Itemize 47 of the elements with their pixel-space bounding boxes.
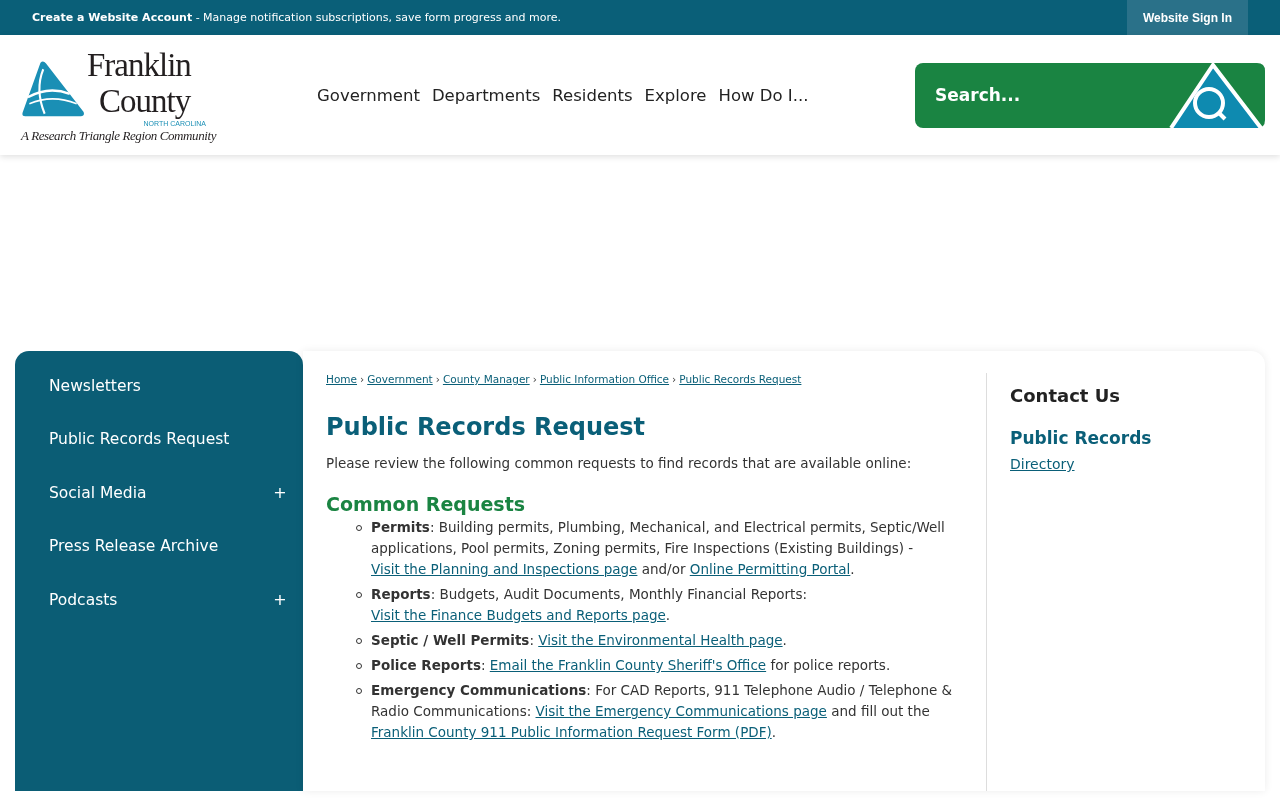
expand-toggle[interactable]: + — [273, 483, 287, 503]
logo-tagline: A Research Triangle Region Community — [21, 127, 218, 144]
breadcrumb-separator: › — [360, 373, 365, 385]
request-link[interactable]: Email the Franklin County Sheriff's Office — [489, 657, 767, 673]
nav-link[interactable]: Departments — [426, 85, 546, 105]
nav-link[interactable]: Residents — [547, 85, 638, 105]
request-link[interactable]: Online Permitting Portal — [689, 561, 851, 577]
request-item: Police Reports: Email the Franklin County Sheriff's Office for police reports. — [371, 655, 963, 676]
directory-link[interactable]: Directory — [1010, 456, 1075, 472]
breadcrumb-separator: › — [532, 373, 537, 385]
request-item: Emergency Communications: For CAD Reports, 911 Telephone Audio / Telephone & Radio Communications: Visit the Emergency Communications page and fill out the Franklin County 911 Public Information Request Form (PDF). — [371, 680, 963, 743]
breadcrumb-link[interactable]: Home — [326, 373, 357, 385]
sign-in-button[interactable]: Website Sign In — [1126, 0, 1248, 35]
sidebar-item[interactable]: Public Records Request — [15, 412, 303, 466]
logo-text: Franklin — [87, 46, 193, 83]
sidebar-item[interactable]: Podcasts + — [15, 573, 303, 627]
request-link[interactable]: Visit the Emergency Communications page — [535, 703, 827, 719]
breadcrumb-separator: › — [672, 373, 677, 385]
breadcrumb-link[interactable]: County Manager — [442, 373, 530, 385]
account-banner-text[interactable]: Create a Website Account - Manage notification subscriptions, save form progress and more. — [32, 11, 562, 24]
breadcrumb-separator: › — [435, 373, 440, 385]
breadcrumb-link[interactable]: Public Information Office — [539, 373, 670, 385]
request-link[interactable]: Visit the Finance Budgets and Reports page — [371, 607, 666, 623]
expand-toggle[interactable]: + — [273, 590, 287, 610]
sidebar-item[interactable]: Social Media + — [15, 466, 303, 520]
sidebar-item[interactable]: Press Release Archive — [15, 519, 303, 573]
triangle-logo-icon — [21, 60, 85, 117]
breadcrumb-link[interactable]: Government — [367, 373, 433, 385]
breadcrumb-link[interactable]: Public Records Request — [679, 373, 802, 385]
logo-text: County — [98, 82, 192, 119]
section-heading: Common Requests — [326, 493, 527, 515]
nav-link[interactable]: Government — [312, 85, 425, 105]
nav-link[interactable]: How Do I... — [713, 85, 814, 105]
search-icon[interactable] — [1169, 62, 1265, 128]
contact-heading: Contact Us — [1010, 385, 1121, 406]
request-link[interactable]: Visit the Planning and Inspections page — [371, 561, 638, 577]
request-item: Permits: Building permits, Plumbing, Mechanical, and Electrical permits, Septic/Well applications, Pool permits, Zoning permits, Fire Inspections (Existing Buildings) - Visit the Planning and Inspections page and/or Online Permitting Portal. — [371, 517, 963, 580]
nav-link[interactable]: Explore — [639, 85, 712, 105]
intro-text: Please review the following common requests to find records that are available online: — [326, 455, 913, 471]
request-item: Septic / Well Permits: Visit the Environmental Health page. — [371, 630, 963, 651]
request-link[interactable]: Franklin County 911 Public Information Request Form (PDF) — [371, 724, 772, 740]
sidebar-item[interactable]: Newsletters — [15, 359, 303, 413]
page-title: Public Records Request — [326, 413, 647, 441]
request-item: Reports: Budgets, Audit Documents, Monthly Financial Reports: Visit the Finance Budgets and Reports page. — [371, 584, 963, 626]
contact-subheading: Public Records — [1010, 428, 1152, 448]
search-field[interactable]: Search... — [915, 62, 1169, 128]
request-link[interactable]: Visit the Environmental Health page — [538, 632, 783, 648]
